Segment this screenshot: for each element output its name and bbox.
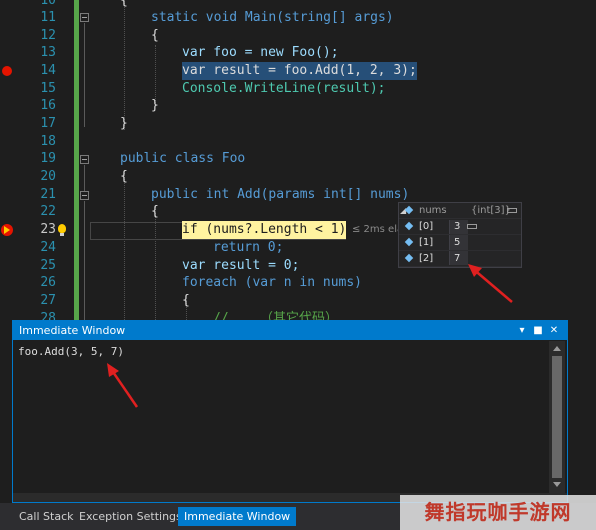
watermark-logo: 舞指玩咖手游网 bbox=[400, 495, 596, 530]
annotation-arrow bbox=[468, 264, 513, 303]
tab-exception-settings[interactable]: Exception Settings bbox=[73, 507, 188, 526]
tab-call-stack[interactable]: Call Stack bbox=[13, 507, 79, 526]
code-editor[interactable]: 10 { 11 static void Main(string[] args) … bbox=[0, 0, 596, 320]
annotation-arrow bbox=[107, 363, 139, 408]
tab-immediate-window[interactable]: Immediate Window bbox=[178, 507, 297, 526]
immediate-window[interactable]: Immediate Window ▾ ■ ✕ foo.Add(3, 5, 7) bbox=[12, 320, 568, 503]
